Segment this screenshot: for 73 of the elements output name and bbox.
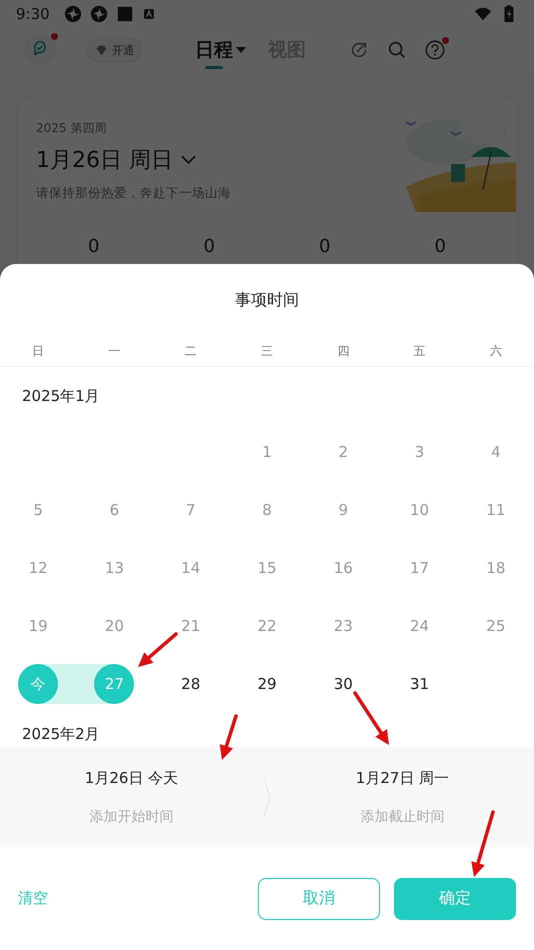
notification-dot	[51, 33, 58, 40]
calendar-day[interactable]: 25	[476, 606, 516, 646]
sheet-title: 事项时间	[234, 289, 300, 311]
wifi-icon	[474, 5, 492, 23]
weekday-label: 一	[107, 342, 122, 360]
calendar-day[interactable]: 9	[323, 490, 364, 530]
calendar-day[interactable]: 18	[476, 548, 516, 588]
weekday-label: 四	[336, 342, 350, 360]
calendar-day[interactable]: 5	[18, 490, 58, 530]
annotation-arrow	[138, 632, 178, 667]
month-label: 2025年2月	[21, 724, 100, 745]
annotation-arrow	[220, 714, 238, 760]
calendar-day[interactable]: 21	[170, 606, 211, 646]
count-value: 0	[318, 236, 332, 257]
start-time-button[interactable]: 1月26日 今天 添加开始时间	[0, 768, 263, 826]
calendar-day[interactable]: 14	[170, 548, 211, 588]
count-value: 0	[434, 236, 447, 257]
weekday-label: 二	[184, 342, 198, 360]
count-value: 0	[87, 236, 100, 257]
end-time-button[interactable]: 1月27日 周一 添加截止时间	[271, 768, 534, 826]
calendar-day[interactable]: 22	[246, 606, 287, 646]
calendar-day[interactable]: 15	[246, 548, 287, 588]
confirm-button[interactable]: 确定	[394, 878, 516, 920]
weekday-label: 五	[412, 342, 427, 360]
calendar-day[interactable]: 17	[400, 548, 440, 588]
calendar-day[interactable]: 11	[476, 490, 516, 530]
calendar-day[interactable]: 24	[400, 606, 440, 646]
date-title: 1月26日 周日	[36, 147, 173, 175]
calendar-day[interactable]: 27	[94, 664, 134, 704]
weekday-label: 三	[260, 342, 274, 360]
search-icon[interactable]	[386, 39, 408, 61]
notification-dot	[442, 37, 449, 44]
calendar-day[interactable]: 10	[400, 490, 440, 530]
calendar-day[interactable]: 29	[246, 664, 287, 704]
calendar-day[interactable]: 13	[94, 548, 134, 588]
calendar-day[interactable]: 19	[18, 606, 58, 646]
calendar-day[interactable]: 3	[400, 432, 440, 472]
calendar-day[interactable]: 1	[246, 432, 287, 472]
slogan-text: 请保持那份热爱，奔赴下一场山海	[36, 185, 232, 202]
calendar-day[interactable]: 4	[476, 432, 516, 472]
tab[interactable]: 日程	[195, 30, 246, 70]
calendar-day[interactable]: 12	[18, 548, 58, 588]
calendar-day[interactable]: 30	[323, 664, 364, 704]
weekday-label: 六	[488, 342, 503, 360]
calendar-day[interactable]: 今	[18, 664, 58, 704]
chevron-down-icon[interactable]	[180, 155, 196, 165]
week-label: 2025 第四周	[36, 120, 108, 137]
avatar-button[interactable]	[24, 34, 56, 66]
keyboard-icon	[142, 7, 156, 21]
annotation-arrow	[471, 810, 495, 877]
pinwheel-icon	[90, 5, 108, 23]
diamond-icon	[95, 44, 108, 56]
calendar-day[interactable]: 16	[323, 548, 364, 588]
help-icon[interactable]	[424, 39, 446, 61]
caret-icon	[236, 47, 246, 53]
calendar-day[interactable]: 31	[400, 664, 440, 704]
weekday-label: 日	[31, 342, 46, 360]
calendar-day[interactable]: 28	[170, 664, 211, 704]
status-time: 9:30	[16, 5, 50, 23]
calendar-day[interactable]: 23	[323, 606, 364, 646]
calendar-day[interactable]: 6	[94, 490, 134, 530]
annotation-arrow	[353, 691, 389, 745]
cancel-button[interactable]: 取消	[258, 878, 380, 920]
calendar-day[interactable]: 2	[323, 432, 364, 472]
clear-button[interactable]: 清空	[18, 889, 48, 908]
pinwheel-icon	[64, 5, 82, 23]
calendar-day[interactable]: 20	[94, 606, 134, 646]
square-icon	[116, 5, 134, 23]
calendar-day[interactable]: 8	[246, 490, 287, 530]
month-label: 2025年1月	[21, 386, 100, 407]
count-value: 0	[202, 236, 216, 257]
vip-button[interactable]: 开通	[86, 37, 143, 63]
calendar-day[interactable]: 7	[170, 490, 211, 530]
